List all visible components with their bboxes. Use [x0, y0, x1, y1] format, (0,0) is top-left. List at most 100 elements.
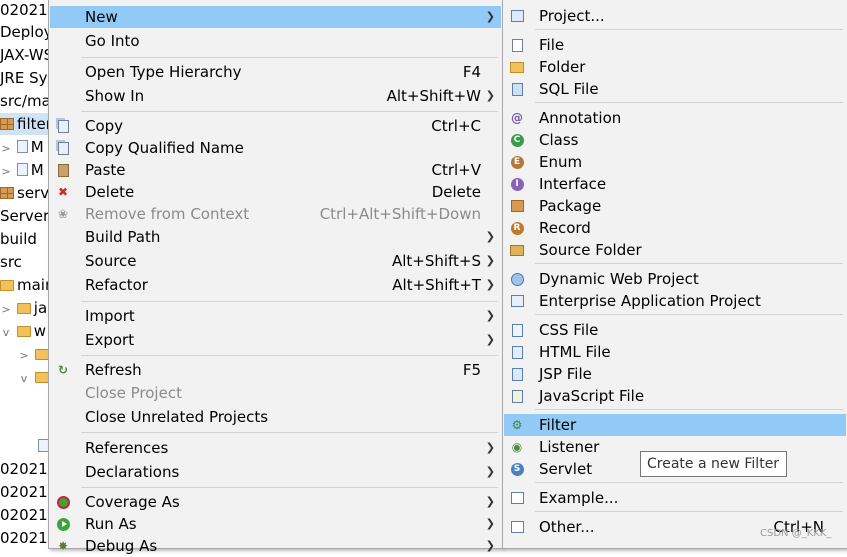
folder-icon: [16, 326, 31, 337]
menu-item-build-path[interactable]: Build Path ❯: [50, 226, 501, 248]
menu-item-run-as[interactable]: Run As ❯: [50, 513, 501, 535]
menu-separator: [535, 314, 843, 315]
menu-item-copy-qualified-name[interactable]: Copy Qualified Name: [50, 137, 501, 159]
submenu-item-class[interactable]: C Class: [504, 129, 846, 151]
submenu-item-sql-file[interactable]: SQL File: [504, 78, 846, 100]
refresh-icon: ↻: [57, 363, 69, 377]
listener-icon: ◉: [511, 440, 523, 454]
tree-row[interactable]: Deploy: [0, 21, 53, 43]
menu-item-delete[interactable]: ✖ Delete Delete: [50, 181, 501, 203]
submenu-item-filter[interactable]: ⚙ Filter: [504, 414, 846, 436]
submenu-item-css-file[interactable]: CSS File: [504, 319, 846, 341]
submenu-item-enum[interactable]: E Enum: [504, 151, 846, 173]
menu-item-coverage-as[interactable]: Coverage As ❯: [50, 491, 501, 513]
chevron-right-icon: ❯: [485, 333, 495, 346]
submenu-item-source-folder[interactable]: Source Folder: [504, 239, 846, 261]
menu-item-debug-as[interactable]: ✸ Debug As ❯: [50, 535, 501, 557]
submenu-item-annotation[interactable]: @ Annotation: [504, 107, 846, 129]
filter-icon: ⚙: [511, 418, 523, 432]
submenu-item-folder[interactable]: Folder: [504, 56, 846, 78]
menu-separator: [81, 111, 498, 112]
submenu-item-html-file[interactable]: HTML File: [504, 341, 846, 363]
tree-row[interactable]: > M: [0, 136, 43, 160]
menu-item-declarations[interactable]: Declarations ❯: [50, 461, 501, 483]
html-file-icon: [509, 344, 525, 360]
package-icon: [509, 198, 525, 214]
chevron-right-icon[interactable]: >: [0, 161, 12, 183]
menu-item-references[interactable]: References ❯: [50, 437, 501, 459]
tree-row[interactable]: > M: [0, 159, 43, 183]
chevron-right-icon[interactable]: >: [18, 345, 30, 367]
menu-item-open-type-hierarchy[interactable]: Open Type Hierarchy F4: [50, 61, 501, 83]
chevron-right-icon: ❯: [485, 495, 495, 508]
chevron-right-icon[interactable]: >: [0, 299, 12, 321]
chevron-right-icon: ❯: [485, 10, 495, 23]
watermark: CSDN @_KKK_: [760, 528, 832, 539]
run-icon: [55, 516, 71, 532]
ear-project-icon: [509, 293, 525, 309]
tree-row[interactable]: v w: [0, 320, 46, 342]
java-file-icon: [16, 163, 28, 176]
tree-row[interactable]: Server: [0, 205, 49, 227]
submenu-item-jsp-file[interactable]: JSP File: [504, 363, 846, 385]
javascript-file-icon: [509, 388, 525, 404]
tree-row[interactable]: >: [18, 343, 52, 365]
tree-row[interactable]: main: [0, 274, 54, 296]
submenu-item-dynamic-web-project[interactable]: Dynamic Web Project: [504, 268, 846, 290]
chevron-right-icon[interactable]: >: [0, 138, 12, 160]
tree-row[interactable]: serv: [0, 182, 49, 204]
java-file-icon: [16, 140, 28, 153]
menu-item-close-project[interactable]: Close Project: [50, 382, 501, 404]
submenu-item-project[interactable]: Project...: [504, 5, 846, 27]
menu-item-refresh[interactable]: ↻ Refresh F5: [50, 359, 501, 381]
menu-separator: [81, 355, 498, 356]
folder-icon: [0, 280, 14, 291]
menu-separator: [535, 409, 843, 410]
package-icon: [0, 118, 14, 130]
chevron-down-icon[interactable]: v: [18, 368, 30, 390]
delete-icon: ✖: [57, 185, 69, 199]
example-icon: [509, 490, 525, 506]
file-icon: [509, 37, 525, 53]
menu-separator: [81, 57, 498, 58]
menu-item-refactor[interactable]: Refactor Alt+Shift+T ❯: [50, 274, 501, 296]
menu-separator: [81, 301, 498, 302]
tree-row[interactable]: > ja: [0, 297, 47, 319]
menu-item-go-into[interactable]: Go Into: [50, 30, 501, 52]
menu-separator: [535, 102, 843, 103]
menu-separator: [81, 487, 498, 488]
menu-item-import[interactable]: Import ❯: [50, 305, 501, 327]
menu-separator: [535, 263, 843, 264]
submenu-item-file[interactable]: File: [504, 34, 846, 56]
menu-separator: [535, 482, 843, 483]
tree-row[interactable]: JAX-WS: [0, 44, 53, 66]
jsp-file-icon: [509, 366, 525, 382]
other-icon: [509, 519, 525, 535]
menu-item-export[interactable]: Export ❯: [50, 329, 501, 351]
tree-row[interactable]: src: [0, 251, 22, 273]
menu-item-show-in[interactable]: Show In Alt+Shift+W ❯: [50, 85, 501, 107]
tree-row[interactable]: build: [0, 228, 37, 250]
class-icon: C: [509, 132, 525, 148]
submenu-item-javascript-file[interactable]: JavaScript File: [504, 385, 846, 407]
submenu-item-record[interactable]: R Record: [504, 217, 846, 239]
tree-row[interactable]: v: [18, 366, 52, 388]
menu-item-close-unrelated-projects[interactable]: Close Unrelated Projects: [50, 406, 501, 428]
chevron-down-icon[interactable]: v: [0, 322, 12, 344]
chevron-right-icon: ❯: [485, 517, 495, 530]
menu-item-new[interactable]: New ❯: [50, 6, 501, 28]
submenu-item-package[interactable]: Package: [504, 195, 846, 217]
chevron-right-icon: ❯: [485, 539, 495, 552]
menu-item-source[interactable]: Source Alt+Shift+S ❯: [50, 250, 501, 272]
menu-item-remove-from-context[interactable]: ❀ Remove from Context Ctrl+Alt+Shift+Down: [50, 203, 501, 225]
sql-file-icon: [509, 81, 525, 97]
tree-row[interactable]: src/ma: [0, 90, 51, 112]
submenu-item-example[interactable]: Example...: [504, 487, 846, 509]
menu-item-copy[interactable]: Copy Ctrl+C: [50, 115, 501, 137]
submenu-item-enterprise-application-project[interactable]: Enterprise Application Project: [504, 290, 846, 312]
chevron-right-icon: ❯: [485, 230, 495, 243]
remove-context-icon: ❀: [57, 207, 69, 221]
submenu-item-interface[interactable]: I Interface: [504, 173, 846, 195]
menu-item-paste[interactable]: Paste Ctrl+V: [50, 159, 501, 181]
debug-icon: ✸: [57, 539, 69, 553]
